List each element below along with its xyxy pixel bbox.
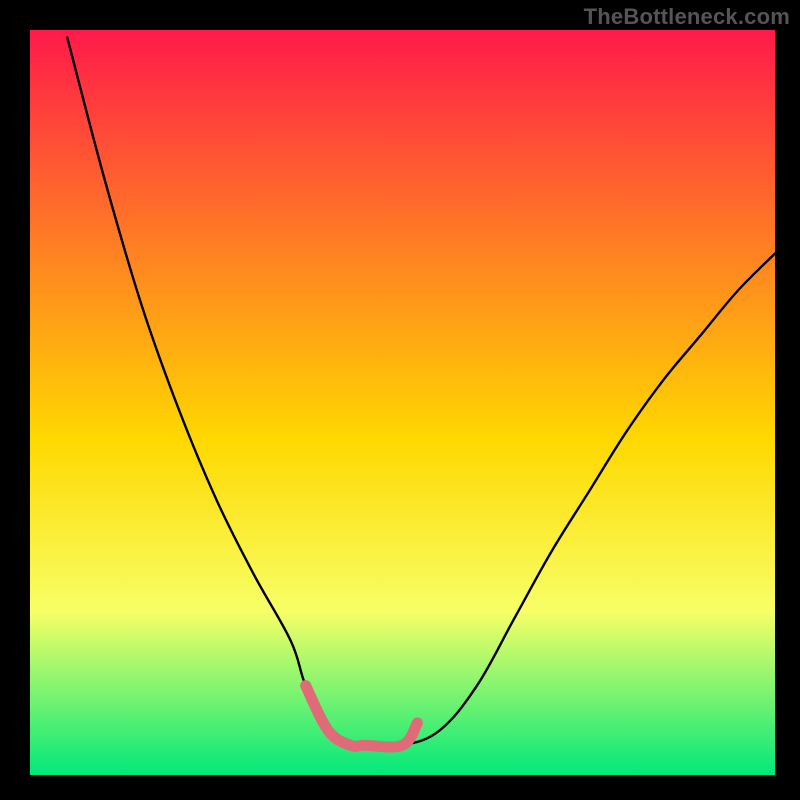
- bottleneck-chart: [0, 0, 800, 800]
- watermark-text: TheBottleneck.com: [584, 4, 790, 30]
- plot-background: [30, 30, 775, 775]
- chart-stage: TheBottleneck.com: [0, 0, 800, 800]
